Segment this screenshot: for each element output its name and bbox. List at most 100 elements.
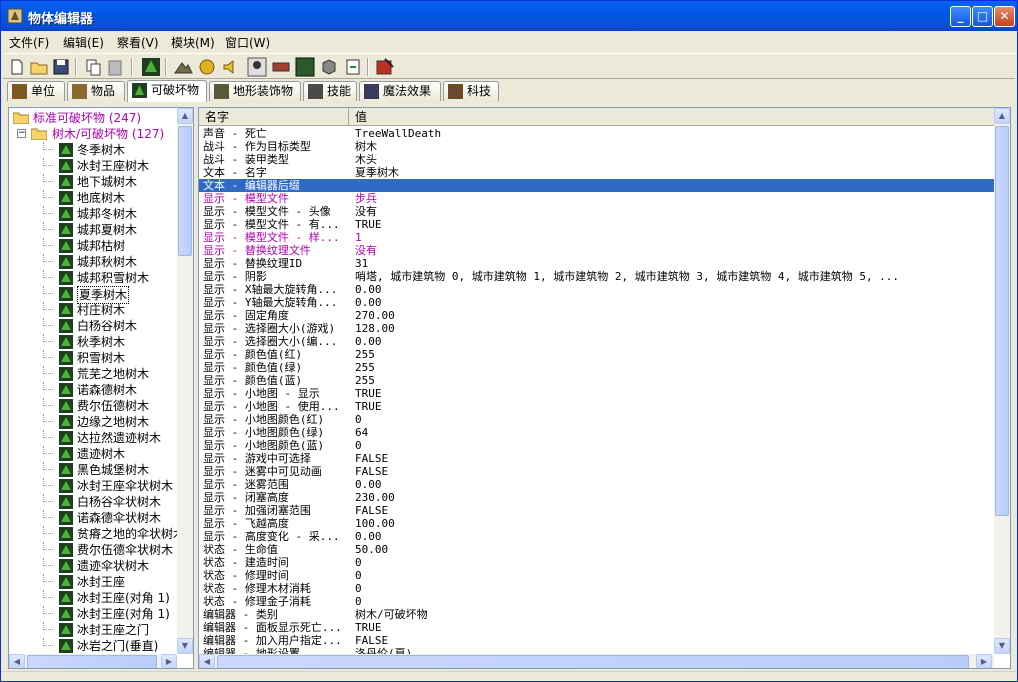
campaign-icon[interactable] xyxy=(319,57,339,77)
grid-row[interactable]: 显示 - 选择圈大小(游戏) 128.00 xyxy=(199,322,994,335)
tree-item[interactable]: 黑色城堡树木 xyxy=(9,462,177,478)
scroll-right-arrow-icon[interactable]: ▶ xyxy=(976,654,992,668)
scroll-up-arrow-icon[interactable]: ▲ xyxy=(177,108,193,124)
tree-item[interactable]: 冰岩之门(垂直) xyxy=(9,638,177,654)
tree-item[interactable]: 遗迹树木 xyxy=(9,446,177,462)
grid-row[interactable]: 显示 - 模型文件 - 头像 没有 xyxy=(199,205,994,218)
grid-row[interactable]: 显示 - 迷雾范围 0.00 xyxy=(199,478,994,491)
tree-item[interactable]: 贫瘠之地的伞状树木 xyxy=(9,526,177,542)
grid-row[interactable]: 显示 - 迷雾中可见动画 FALSE xyxy=(199,465,994,478)
grid-row[interactable]: 显示 - 模型文件 - 样... 1 xyxy=(199,231,994,244)
tree-item[interactable]: 城邦积雪树木 xyxy=(9,270,177,286)
tab-abilities[interactable]: 技能 xyxy=(303,81,357,101)
grid-row[interactable]: 编辑器 - 面板显示死亡... TRUE xyxy=(199,621,994,634)
grid-row[interactable]: 状态 - 生命值 50.00 xyxy=(199,543,994,556)
scroll-thumb[interactable] xyxy=(178,126,192,256)
title-bar[interactable]: 物体编辑器 _ □ ✕ xyxy=(1,1,1017,31)
grid-row[interactable]: 显示 - 替换纹理文件 没有 xyxy=(199,244,994,257)
sound-icon[interactable] xyxy=(221,57,241,77)
grid-row[interactable]: 显示 - 阴影 哨塔, 城市建筑物 0, 城市建筑物 1, 城市建筑物 2, 城市… xyxy=(199,270,994,283)
menu-module[interactable]: 模块(M) xyxy=(171,34,215,51)
grid-row[interactable]: 战斗 - 装甲类型 木头 xyxy=(199,153,994,166)
scroll-left-arrow-icon[interactable]: ◀ xyxy=(199,654,215,668)
grid-row[interactable]: 显示 - Y轴最大旋转角... 0.00 xyxy=(199,296,994,309)
grid-vertical-scrollbar[interactable]: ▲ ▼ xyxy=(994,108,1010,654)
grid-row[interactable]: 状态 - 建造时间 0 xyxy=(199,556,994,569)
grid-row[interactable]: 声音 - 死亡 TreeWallDeath xyxy=(199,127,994,140)
menu-edit[interactable]: 编辑(E) xyxy=(63,34,104,51)
grid-row[interactable]: 显示 - 小地图 - 显示 TRUE xyxy=(199,387,994,400)
grid-row[interactable]: 显示 - 固定角度 270.00 xyxy=(199,309,994,322)
scroll-down-arrow-icon[interactable]: ▼ xyxy=(177,638,193,654)
tree-item[interactable]: 费尔伍德树木 xyxy=(9,398,177,414)
ai-icon[interactable] xyxy=(271,57,291,77)
tab-items[interactable]: 物品 xyxy=(67,81,125,101)
tree-item[interactable]: 秋季树木 xyxy=(9,334,177,350)
grid-row[interactable]: 编辑器 - 类别 树木/可破坏物 xyxy=(199,608,994,621)
save-icon[interactable] xyxy=(51,57,71,77)
grid-row[interactable]: 显示 - 小地图颜色(红) 0 xyxy=(199,413,994,426)
tree-item[interactable]: 白杨谷树木 xyxy=(9,318,177,334)
terrain-icon[interactable] xyxy=(173,57,193,77)
grid-row[interactable]: 显示 - 选择圈大小(编... 0.00 xyxy=(199,335,994,348)
grid-row[interactable]: 文本 - 编辑器后缀 xyxy=(199,179,994,192)
grid-row[interactable]: 编辑器 - 地形设置 洛丹伦(夏) xyxy=(199,647,994,654)
tree-item[interactable]: 白杨谷伞状树木 xyxy=(9,494,177,510)
tree-vertical-scrollbar[interactable]: ▲ ▼ xyxy=(177,108,193,654)
scroll-thumb[interactable] xyxy=(217,655,969,668)
import-icon[interactable] xyxy=(343,57,363,77)
grid-row[interactable]: 显示 - 小地图 - 使用... TRUE xyxy=(199,400,994,413)
grid-row[interactable]: 显示 - 高度变化 - 采... 0.00 xyxy=(199,530,994,543)
menu-window[interactable]: 窗口(W) xyxy=(225,34,270,51)
grid-row[interactable]: 显示 - 飞越高度 100.00 xyxy=(199,517,994,530)
tree-item[interactable]: 冰封王座(对角 1) xyxy=(9,590,177,606)
scroll-thumb[interactable] xyxy=(27,655,157,668)
scroll-down-arrow-icon[interactable]: ▼ xyxy=(994,638,1010,654)
tree-item[interactable]: 冰封王座之门 xyxy=(9,622,177,638)
menu-view[interactable]: 察看(V) xyxy=(117,34,159,51)
grid-row[interactable]: 状态 - 修理金子消耗 0 xyxy=(199,595,994,608)
tab-buffs[interactable]: 魔法效果 xyxy=(359,81,441,101)
tree-item[interactable]: 冬季树木 xyxy=(9,142,177,158)
grid-row[interactable]: 显示 - 加强闭塞范围 FALSE xyxy=(199,504,994,517)
grid-row[interactable]: 编辑器 - 加入用户指定... FALSE xyxy=(199,634,994,647)
tree-item[interactable]: 冰封王座树木 xyxy=(9,158,177,174)
tab-destructibles[interactable]: 可破坏物 xyxy=(127,80,207,102)
new-file-icon[interactable] xyxy=(7,57,27,77)
tree-horizontal-scrollbar[interactable]: ◀ ▶ xyxy=(9,654,177,668)
object-editor-icon[interactable] xyxy=(295,57,315,77)
paste-icon[interactable] xyxy=(105,57,125,77)
menu-file[interactable]: 文件(F) xyxy=(9,34,49,51)
tree-item[interactable]: 夏季树木 xyxy=(9,286,177,304)
tree-item[interactable]: 诺森德树木 xyxy=(9,382,177,398)
tree-item[interactable]: 地底树木 xyxy=(9,190,177,206)
minimize-button[interactable]: _ xyxy=(950,6,971,27)
tab-upgrades[interactable]: 科技 xyxy=(443,81,499,101)
tree-item[interactable]: 费尔伍德伞状树木 xyxy=(9,542,177,558)
grid-row[interactable]: 显示 - 颜色值(红) 255 xyxy=(199,348,994,361)
grid-row[interactable]: 显示 - 颜色值(绿) 255 xyxy=(199,361,994,374)
maximize-button[interactable]: □ xyxy=(972,6,993,27)
tree-item[interactable]: 遗迹伞状树木 xyxy=(9,558,177,574)
tree-item[interactable]: 荒芜之地树木 xyxy=(9,366,177,382)
grid-row[interactable]: 显示 - 模型文件 步兵 xyxy=(199,192,994,205)
tree-item[interactable]: 城邦夏树木 xyxy=(9,222,177,238)
grid-horizontal-scrollbar[interactable]: ◀ ▶ xyxy=(199,654,994,668)
grid-row[interactable]: 战斗 - 作为目标类型 树木 xyxy=(199,140,994,153)
unit-icon[interactable] xyxy=(247,57,267,77)
tree-root-standard[interactable]: 标准可破坏物 (247) xyxy=(9,110,177,126)
tree-item[interactable]: 冰封王座伞状树木 xyxy=(9,478,177,494)
grid-row[interactable]: 状态 - 修理时间 0 xyxy=(199,569,994,582)
tree-item[interactable]: 城邦枯树 xyxy=(9,238,177,254)
destructible-icon[interactable] xyxy=(141,57,161,77)
grid-row[interactable]: 显示 - 小地图颜色(蓝) 0 xyxy=(199,439,994,452)
test-map-icon[interactable] xyxy=(375,57,395,77)
grid-row[interactable]: 显示 - 小地图颜色(绿) 64 xyxy=(199,426,994,439)
tree-item[interactable]: 边缘之地树木 xyxy=(9,414,177,430)
column-header-value[interactable]: 值 xyxy=(349,108,994,126)
grid-row[interactable]: 显示 - 游戏中可选择 FALSE xyxy=(199,452,994,465)
tab-units[interactable]: 单位 xyxy=(7,81,65,101)
tree-item[interactable]: 积雪树木 xyxy=(9,350,177,366)
column-header-name[interactable]: 名字 xyxy=(199,108,349,126)
grid-row[interactable]: 显示 - 替换纹理ID 31 xyxy=(199,257,994,270)
